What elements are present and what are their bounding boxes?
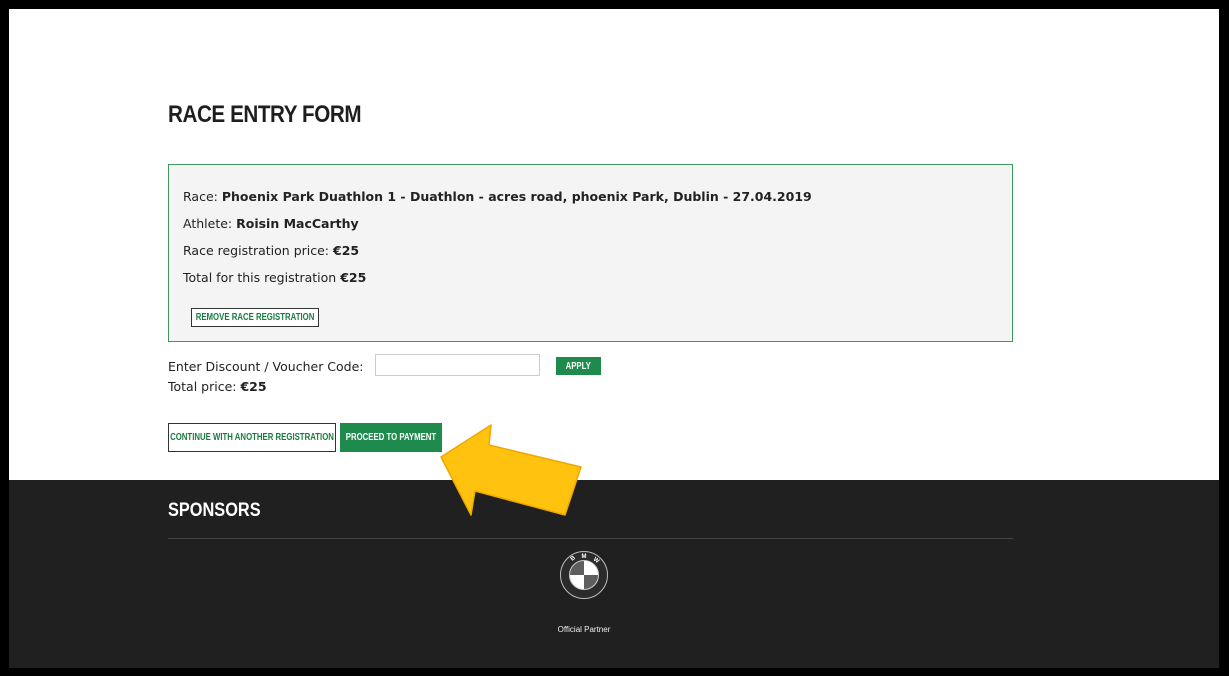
- remove-registration-label: REMOVE RACE REGISTRATION: [195, 312, 315, 323]
- athlete-label: Athlete:: [183, 216, 233, 231]
- proceed-to-payment-button[interactable]: PROCEED TO PAYMENT: [340, 423, 442, 452]
- total-price-value: €25: [240, 379, 267, 394]
- registration-total-value: €25: [340, 270, 367, 285]
- price-line: Race registration price: €25: [183, 243, 359, 258]
- sponsors-footer: SPONSORS B M W Official Partner: [9, 480, 1219, 668]
- browser-viewport: RACE ENTRY FORM Race: Phoenix Park Duath…: [9, 9, 1219, 668]
- race-label: Race:: [183, 189, 218, 204]
- apply-label: APPLY: [565, 360, 592, 372]
- arrow-pointer-icon: [440, 424, 582, 516]
- price-value: €25: [333, 243, 360, 258]
- athlete-line: Athlete: Roisin MacCarthy: [183, 216, 359, 231]
- athlete-value: Roisin MacCarthy: [236, 216, 359, 231]
- remove-registration-button[interactable]: REMOVE RACE REGISTRATION: [191, 308, 319, 327]
- footer-divider: [168, 538, 1013, 539]
- registration-total-line: Total for this registration €25: [183, 270, 366, 285]
- race-value: Phoenix Park Duathlon 1 - Duathlon - acr…: [221, 189, 812, 204]
- voucher-input[interactable]: [375, 354, 540, 376]
- page-title: RACE ENTRY FORM: [168, 101, 362, 128]
- registration-total-label: Total for this registration: [183, 270, 337, 285]
- bmw-logo-icon[interactable]: B M W: [560, 551, 608, 599]
- continue-registration-button[interactable]: CONTINUE WITH ANOTHER REGISTRATION: [168, 423, 336, 452]
- total-price-label: Total price:: [168, 379, 237, 394]
- partner-caption: Official Partner: [557, 625, 611, 634]
- price-label: Race registration price:: [183, 243, 330, 258]
- sponsors-title: SPONSORS: [168, 500, 261, 521]
- proceed-label: PROCEED TO PAYMENT: [345, 432, 437, 443]
- svg-text:M: M: [582, 554, 587, 560]
- total-price: Total price: €25: [168, 379, 267, 394]
- continue-label: CONTINUE WITH ANOTHER REGISTRATION: [170, 432, 334, 443]
- registration-summary: Race: Phoenix Park Duathlon 1 - Duathlon…: [168, 164, 1013, 342]
- voucher-label: Enter Discount / Voucher Code:: [168, 359, 364, 374]
- race-line: Race: Phoenix Park Duathlon 1 - Duathlon…: [183, 189, 812, 204]
- apply-voucher-button[interactable]: APPLY: [556, 357, 601, 375]
